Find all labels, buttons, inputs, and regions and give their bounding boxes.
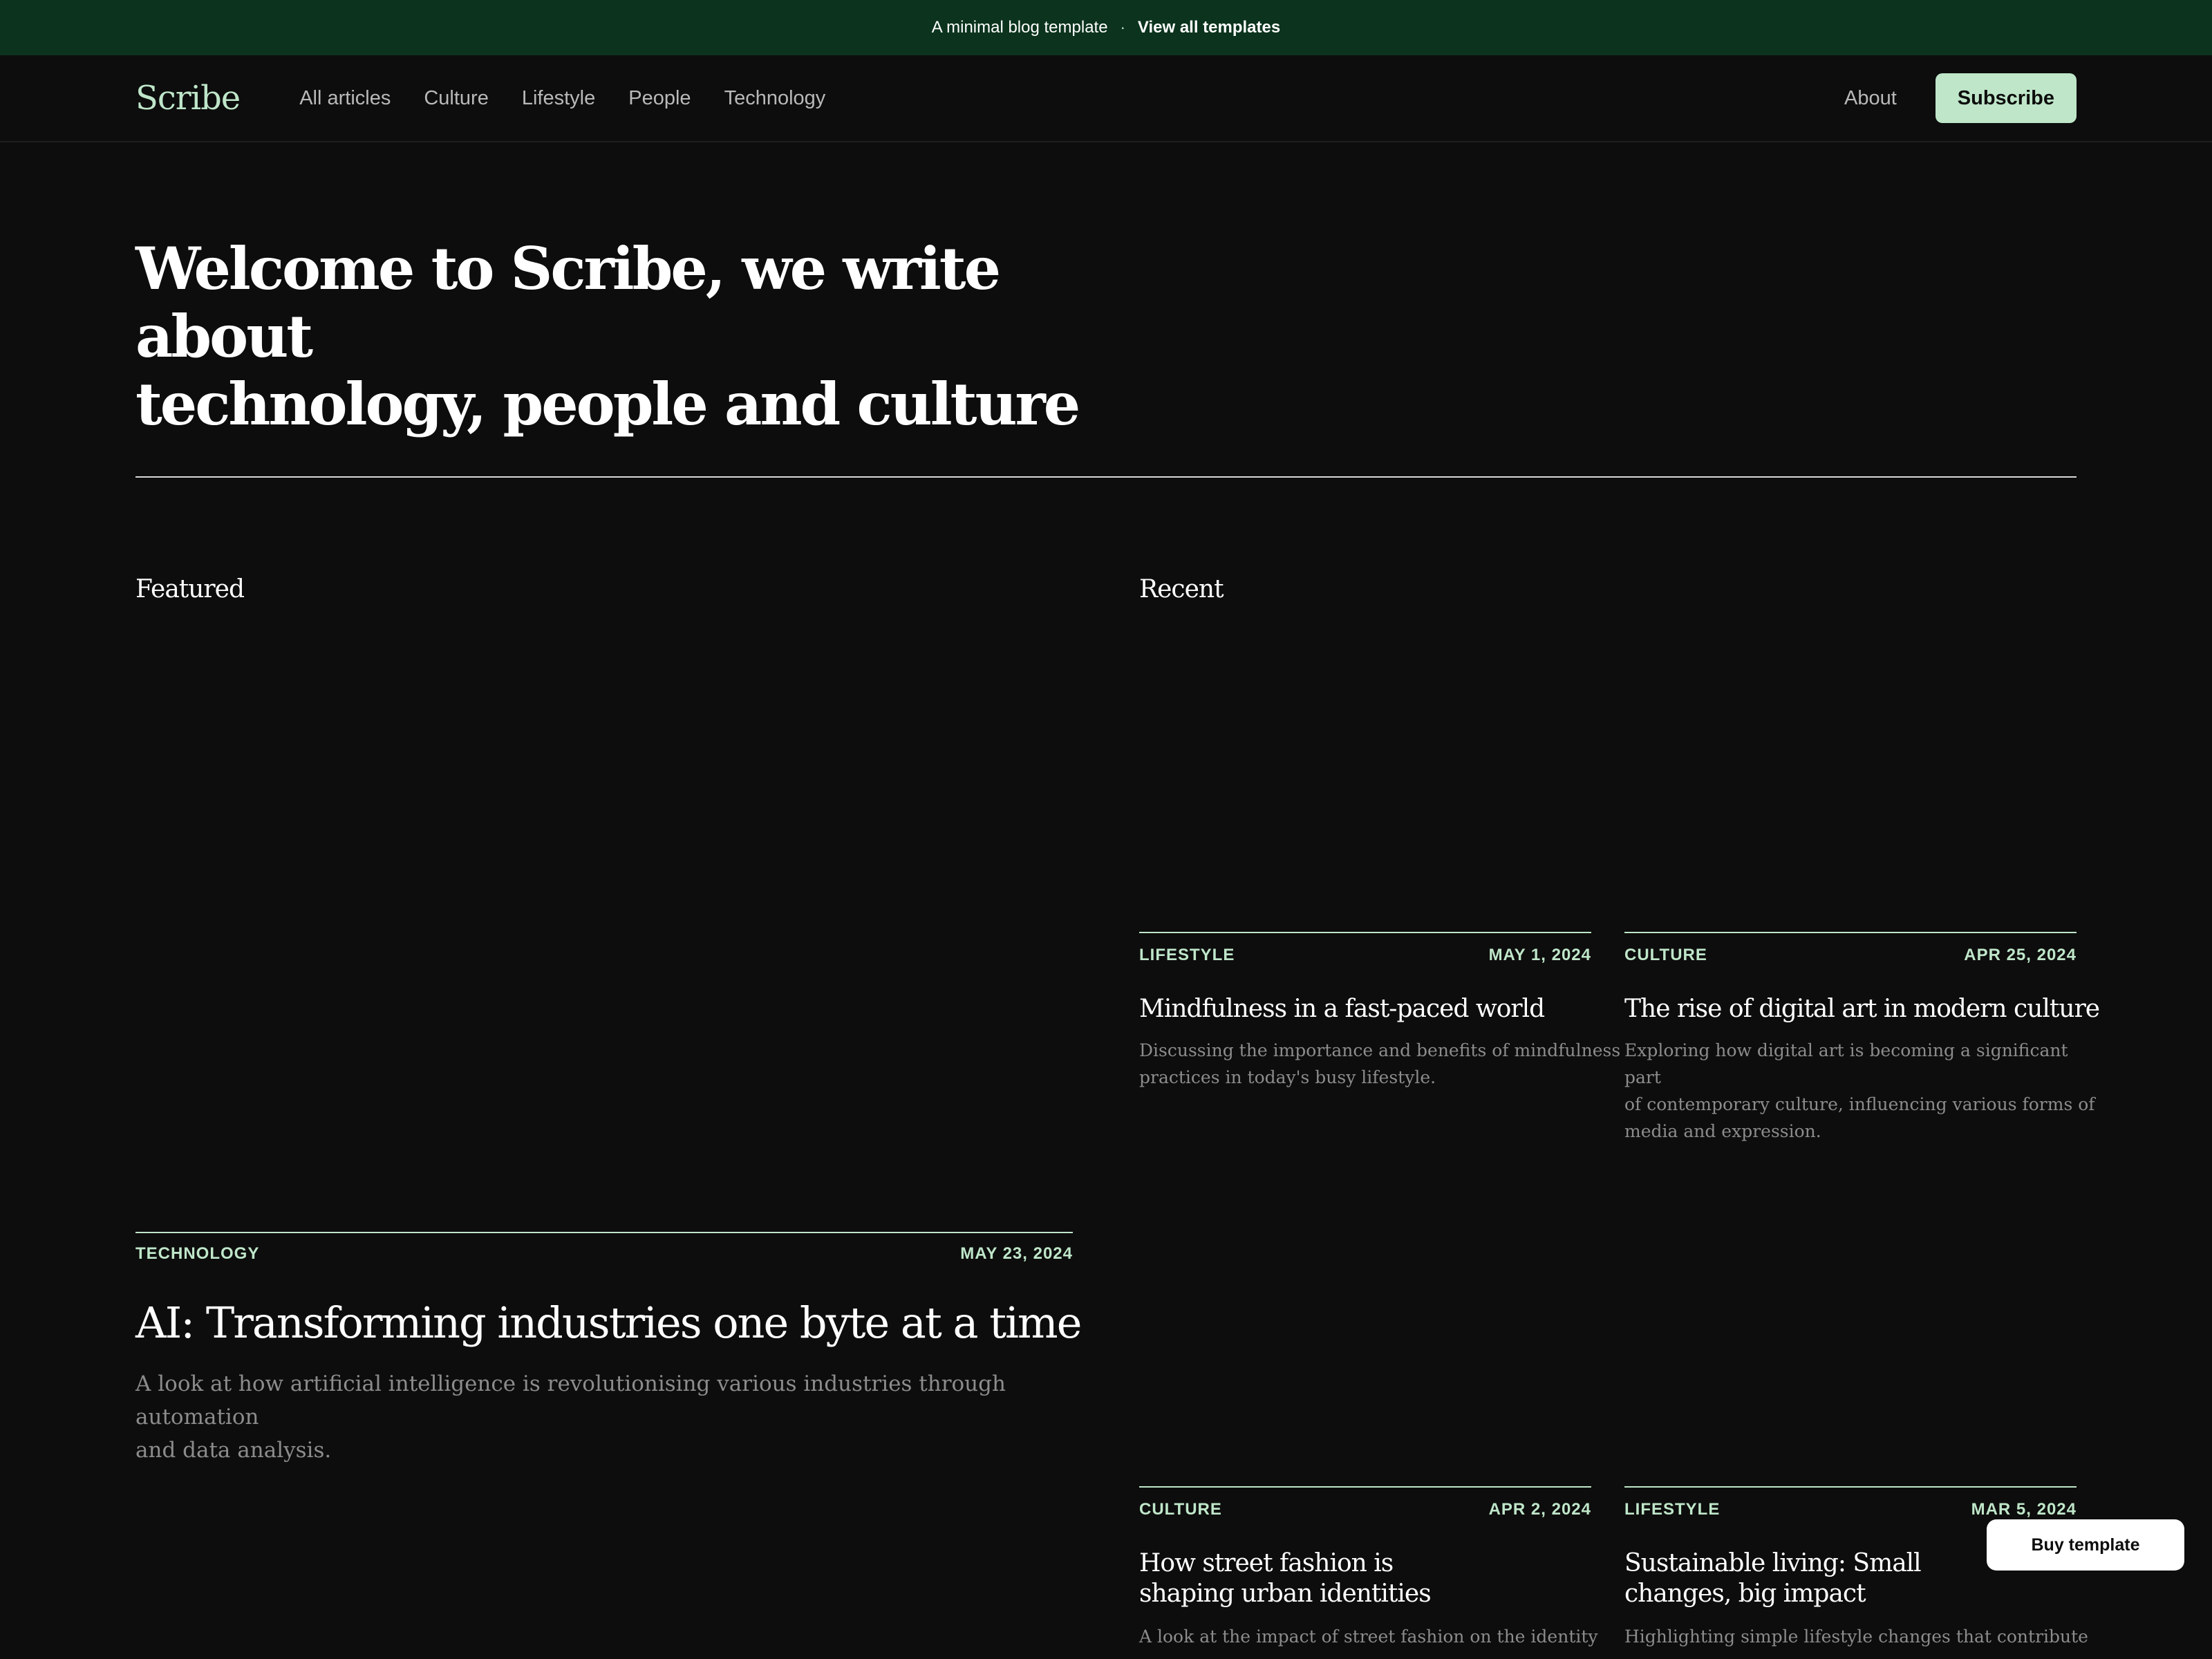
recent-card-divider bbox=[1139, 932, 1591, 933]
nav-link-culture[interactable]: Culture bbox=[424, 87, 489, 110]
recent-card-category[interactable]: LIFESTYLE bbox=[1624, 1500, 1720, 1519]
featured-desc-line-2: and data analysis. bbox=[135, 1438, 332, 1463]
promo-separator: · bbox=[1120, 19, 1125, 36]
recent-card-title[interactable]: How street fashion is shaping urban iden… bbox=[1139, 1548, 1623, 1609]
recent-card-divider bbox=[1139, 1486, 1591, 1488]
recent-heading: Recent bbox=[1139, 575, 1224, 603]
recent-card-title-line-1: Mindfulness in a fast-paced world bbox=[1139, 995, 1545, 1023]
hero-divider bbox=[135, 476, 2077, 478]
recent-card-title-line-1: How street fashion is bbox=[1139, 1549, 1394, 1577]
recent-card-date: MAY 1, 2024 bbox=[1488, 946, 1591, 964]
featured-meta: TECHNOLOGY MAY 23, 2024 bbox=[135, 1244, 1073, 1264]
recent-card-title[interactable]: Mindfulness in a fast-paced world bbox=[1139, 994, 1623, 1024]
recent-card-category[interactable]: LIFESTYLE bbox=[1139, 946, 1235, 965]
recent-card-desc-line-3: media and expression. bbox=[1624, 1121, 1821, 1141]
logo[interactable]: Scribe bbox=[135, 79, 241, 118]
recent-card-title-line-1: The rise of digital art in modern cultur… bbox=[1624, 995, 2100, 1023]
recent-card-date: MAR 5, 2024 bbox=[1971, 1500, 2077, 1519]
hero-line-2: technology, people and culture bbox=[135, 370, 1080, 438]
recent-card-desc-line-2: of contemporary culture, influencing var… bbox=[1624, 1094, 2095, 1114]
recent-card-meta: LIFESTYLE MAY 1, 2024 bbox=[1139, 946, 1591, 965]
featured-category[interactable]: TECHNOLOGY bbox=[135, 1244, 259, 1264]
recent-card-date: APR 2, 2024 bbox=[1488, 1500, 1591, 1519]
view-all-templates-link[interactable]: View all templates bbox=[1138, 18, 1280, 37]
nav-link-technology[interactable]: Technology bbox=[724, 87, 826, 110]
nav-link-people[interactable]: People bbox=[628, 87, 691, 110]
recent-card-meta: LIFESTYLE MAR 5, 2024 bbox=[1624, 1500, 2077, 1519]
recent-card-desc-line-1: A look at the impact of street fashion o… bbox=[1139, 1627, 1598, 1647]
top-nav: Scribe All articles Culture Lifestyle Pe… bbox=[0, 55, 2212, 142]
nav-link-lifestyle[interactable]: Lifestyle bbox=[522, 87, 595, 110]
buy-template-button[interactable]: Buy template bbox=[1987, 1519, 2184, 1571]
nav-right: About Subscribe bbox=[1844, 73, 2077, 123]
recent-card-title-line-2: changes, big impact bbox=[1624, 1580, 1866, 1608]
recent-card-desc-line-1: Discussing the importance and benefits o… bbox=[1139, 1040, 1621, 1060]
recent-card-description: Highlighting simple lifestyle changes th… bbox=[1624, 1623, 2108, 1650]
promo-text: A minimal blog template bbox=[931, 18, 1108, 37]
recent-card-title-line-2: shaping urban identities bbox=[1139, 1580, 1432, 1608]
subscribe-button[interactable]: Subscribe bbox=[1935, 73, 2077, 123]
recent-card-meta: CULTURE APR 25, 2024 bbox=[1624, 946, 2077, 965]
recent-card-category[interactable]: CULTURE bbox=[1624, 946, 1707, 965]
recent-card-divider bbox=[1624, 1486, 2077, 1488]
featured-divider bbox=[135, 1232, 1073, 1233]
promo-bar: A minimal blog template · View all templ… bbox=[0, 0, 2212, 55]
recent-card-title[interactable]: The rise of digital art in modern cultur… bbox=[1624, 994, 2108, 1024]
about-link[interactable]: About bbox=[1844, 87, 1897, 110]
recent-card-description: A look at the impact of street fashion o… bbox=[1139, 1623, 1623, 1650]
recent-card-desc-line-1: Exploring how digital art is becoming a … bbox=[1624, 1040, 2068, 1087]
hero-heading: Welcome to Scribe, we write about techno… bbox=[135, 235, 1103, 438]
nav-link-all-articles[interactable]: All articles bbox=[299, 87, 391, 110]
recent-card-meta: CULTURE APR 2, 2024 bbox=[1139, 1500, 1591, 1519]
recent-card-date: APR 25, 2024 bbox=[1964, 946, 2077, 964]
recent-card-description: Discussing the importance and benefits o… bbox=[1139, 1037, 1623, 1091]
recent-card-desc-line-2: practices in today's busy lifestyle. bbox=[1139, 1067, 1436, 1087]
recent-card-category[interactable]: CULTURE bbox=[1139, 1500, 1222, 1519]
featured-heading: Featured bbox=[135, 575, 245, 603]
featured-date: MAY 23, 2024 bbox=[960, 1244, 1073, 1263]
featured-desc-line-1: A look at how artificial intelligence is… bbox=[135, 1371, 1006, 1430]
featured-title[interactable]: AI: Transforming industries one byte at … bbox=[135, 1297, 1103, 1349]
recent-card-desc-line-1: Highlighting simple lifestyle changes th… bbox=[1624, 1627, 2088, 1647]
hero-line-1: Welcome to Scribe, we write about bbox=[135, 234, 1001, 371]
recent-card-description: Exploring how digital art is becoming a … bbox=[1624, 1037, 2108, 1145]
nav-links: All articles Culture Lifestyle People Te… bbox=[299, 87, 825, 110]
featured-description: A look at how artificial intelligence is… bbox=[135, 1367, 1103, 1467]
recent-card-divider bbox=[1624, 932, 2077, 933]
